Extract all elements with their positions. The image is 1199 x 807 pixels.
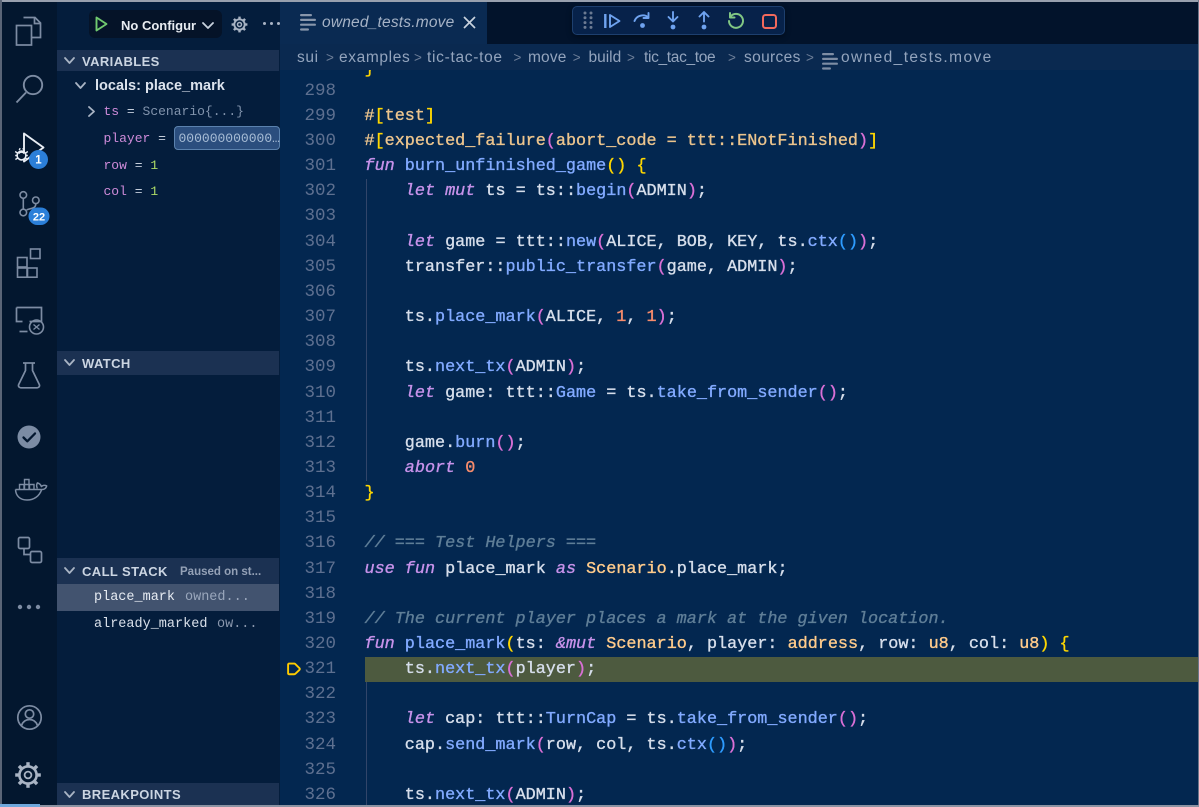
svg-text:22: 22 [33,212,45,224]
svg-text:1: 1 [35,155,42,167]
